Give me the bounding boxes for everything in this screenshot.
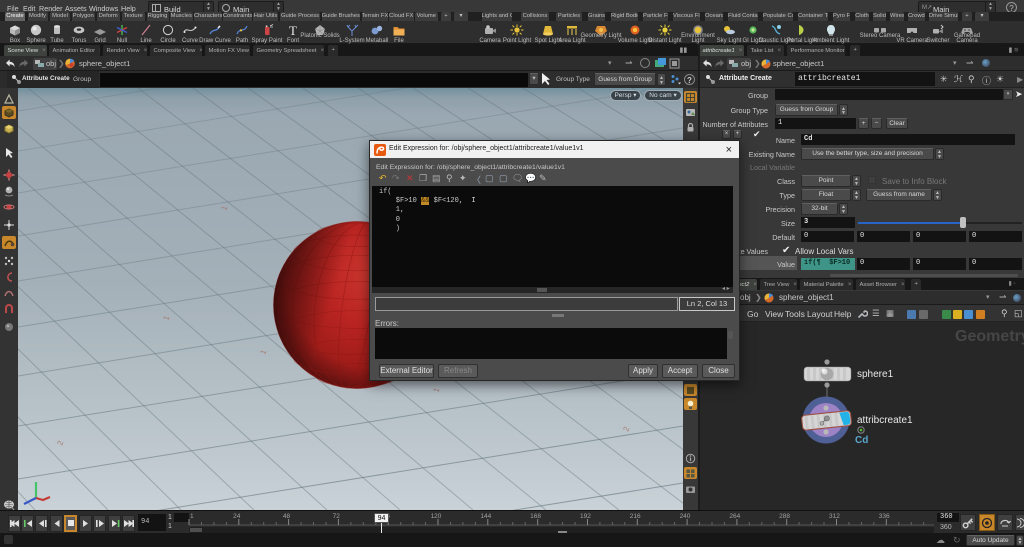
svg-text:attribcreate1: attribcreate1 bbox=[857, 415, 913, 426]
svg-text:192: 192 bbox=[580, 513, 591, 520]
svg-text:Cd: Cd bbox=[855, 435, 868, 446]
svg-text:240: 240 bbox=[680, 513, 691, 520]
svg-text:120: 120 bbox=[431, 513, 442, 520]
svg-text:2: 2 bbox=[621, 425, 631, 433]
svg-text:144: 144 bbox=[480, 513, 491, 520]
svg-text:264: 264 bbox=[729, 513, 740, 520]
svg-text:1: 1 bbox=[258, 348, 268, 356]
svg-text:216: 216 bbox=[630, 513, 641, 520]
svg-text:1: 1 bbox=[161, 314, 171, 322]
svg-text:24: 24 bbox=[233, 513, 241, 520]
svg-text:336: 336 bbox=[879, 513, 890, 520]
svg-text:1: 1 bbox=[219, 204, 229, 212]
svg-text:168: 168 bbox=[530, 513, 541, 520]
svg-text:1: 1 bbox=[190, 513, 194, 520]
svg-text:288: 288 bbox=[779, 513, 790, 520]
svg-text:312: 312 bbox=[829, 513, 840, 520]
svg-text:48: 48 bbox=[283, 513, 291, 520]
svg-text:sphere1: sphere1 bbox=[857, 369, 894, 380]
svg-text:72: 72 bbox=[333, 513, 341, 520]
svg-text:2: 2 bbox=[55, 439, 65, 447]
